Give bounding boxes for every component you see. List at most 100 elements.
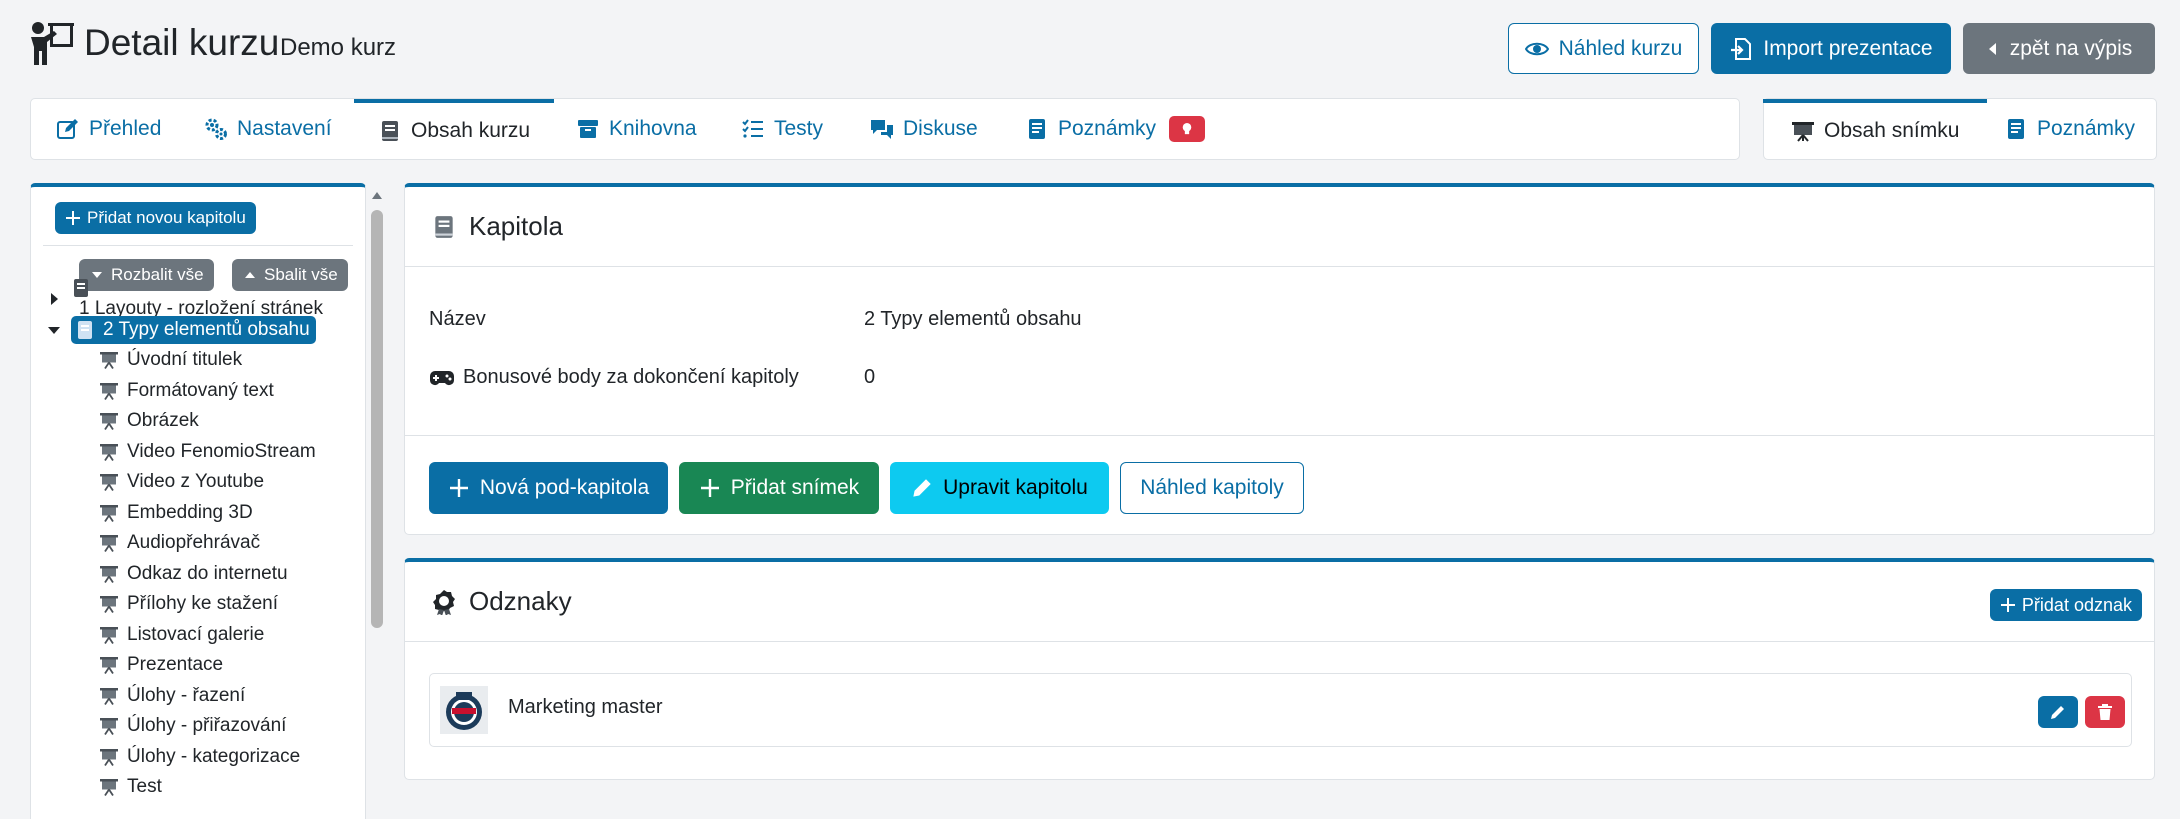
book-icon bbox=[431, 214, 457, 240]
back-to-list-button[interactable]: zpět na výpis bbox=[1963, 23, 2155, 74]
presentation-icon bbox=[99, 594, 119, 614]
label-text: Bonusové body za dokončení kapitoly bbox=[463, 366, 799, 388]
chapter-preview-label: Náhled kapitoly bbox=[1140, 476, 1284, 499]
chapter-name-label: Název bbox=[429, 308, 486, 331]
gamepad-icon bbox=[429, 369, 455, 387]
presentation-icon bbox=[99, 686, 119, 706]
pencil-icon bbox=[911, 477, 933, 499]
tree-slide-item[interactable]: Odkaz do internetu bbox=[99, 560, 288, 588]
teacher-presentation-icon bbox=[28, 21, 76, 65]
presentation-icon bbox=[99, 411, 119, 431]
tab-testy[interactable]: Testy bbox=[741, 99, 823, 159]
tree-slide-item[interactable]: Listovací galerie bbox=[99, 621, 264, 649]
tree-slide-label: Obrázek bbox=[127, 410, 199, 431]
tree-slide-item[interactable]: Prezentace bbox=[99, 651, 223, 679]
tree-chapter-item[interactable]: 2 Typy elementů obsahu bbox=[47, 315, 316, 344]
tab-prehled[interactable]: Přehled bbox=[56, 99, 161, 159]
tree-slide-label: Úlohy - přiřazování bbox=[127, 715, 287, 736]
new-subchapter-label: Nová pod-kapitola bbox=[479, 476, 650, 499]
tab-label: Poznámky bbox=[2037, 117, 2136, 140]
book-icon bbox=[378, 119, 402, 143]
tab-label: Obsah snímku bbox=[1824, 119, 1960, 142]
tree-chapter-item[interactable]: 1 Layouty - rozložení stránek bbox=[47, 279, 323, 319]
tab-label: Knihovna bbox=[609, 117, 697, 140]
tree-slide-item[interactable]: Embedding 3D bbox=[99, 499, 253, 527]
bonus-points-value: 0 bbox=[864, 366, 876, 388]
presentation-icon bbox=[99, 777, 119, 797]
course-name: Demo kurz bbox=[280, 34, 397, 61]
tree-slide-item[interactable]: Přílohy ke stažení bbox=[99, 590, 278, 618]
presentation-icon bbox=[99, 381, 119, 401]
tab-label: Nastavení bbox=[237, 117, 332, 140]
plus-icon bbox=[448, 477, 470, 499]
chapter-card-title: Kapitola bbox=[469, 211, 563, 241]
chapter-card: Kapitola Název 2 Typy elementů obsahu Bo… bbox=[404, 183, 2155, 535]
presentation-icon bbox=[99, 350, 119, 370]
delete-badge-button[interactable] bbox=[2085, 696, 2125, 728]
tab-poznamky[interactable]: Poznámky bbox=[1025, 99, 1206, 159]
list-check-icon bbox=[741, 117, 765, 141]
chapter-tree-panel: Přidat novou kapitolu Rozbalit vše Sbali… bbox=[30, 183, 366, 819]
tree-slide-item[interactable]: Úlohy - kategorizace bbox=[99, 743, 300, 771]
gears-icon bbox=[204, 117, 228, 141]
tree-slide-item[interactable]: Video z Youtube bbox=[99, 468, 264, 496]
award-icon bbox=[431, 589, 457, 615]
notes-icon bbox=[1025, 117, 1049, 141]
tree-slide-item[interactable]: Obrázek bbox=[99, 407, 199, 435]
add-slide-button[interactable]: Přidat snímek bbox=[679, 462, 879, 514]
new-subchapter-button[interactable]: Nová pod-kapitola bbox=[429, 462, 668, 514]
import-presentation-button[interactable]: Import prezentace bbox=[1711, 23, 1951, 74]
badges-card-title: Odznaky bbox=[469, 586, 572, 616]
badges-card: Odznaky Přidat odznak Marketing master bbox=[404, 558, 2155, 780]
badge-name: Marketing master bbox=[508, 696, 663, 718]
edit-badge-button[interactable] bbox=[2038, 696, 2078, 728]
tab-poznamky-snimku[interactable]: Poznámky bbox=[2004, 99, 2135, 159]
notes-icon bbox=[2004, 117, 2028, 141]
tab-label: Přehled bbox=[89, 117, 162, 140]
presentation-icon bbox=[99, 747, 119, 767]
tab-diskuse[interactable]: Diskuse bbox=[870, 99, 978, 159]
tree-slide-item[interactable]: Audiopřehrávač bbox=[99, 529, 260, 557]
chapter-preview-button[interactable]: Náhled kapitoly bbox=[1120, 462, 1304, 514]
edit-chapter-button[interactable]: Upravit kapitolu bbox=[890, 462, 1109, 514]
add-chapter-button[interactable]: Přidat novou kapitolu bbox=[55, 202, 256, 234]
caret-down-icon[interactable] bbox=[47, 323, 61, 337]
tree-slide-label: Test bbox=[127, 776, 162, 797]
tab-obsah-snimku[interactable]: Obsah snímku bbox=[1763, 99, 1988, 159]
tree-slide-item[interactable]: Test bbox=[99, 773, 162, 801]
caret-right-icon[interactable] bbox=[47, 292, 61, 306]
tab-nastaveni[interactable]: Nastavení bbox=[204, 99, 332, 159]
edit-icon bbox=[56, 117, 80, 141]
tab-obsah-kurzu[interactable]: Obsah kurzu bbox=[354, 99, 555, 159]
plus-icon bbox=[65, 210, 81, 226]
tree-slide-item[interactable]: Video FenomioStream bbox=[99, 438, 316, 466]
presentation-icon bbox=[99, 625, 119, 645]
tree-slide-label: Úlohy - kategorizace bbox=[127, 745, 301, 767]
notes-alert-badge bbox=[1169, 116, 1206, 142]
tree-scrollbar-thumb[interactable] bbox=[371, 210, 383, 628]
tree-slide-item[interactable]: Úvodní titulek bbox=[99, 346, 242, 374]
tab-label: Testy bbox=[774, 117, 824, 140]
presentation-icon bbox=[99, 472, 119, 492]
presentation-icon bbox=[99, 564, 119, 584]
tab-knihovna[interactable]: Knihovna bbox=[576, 99, 697, 159]
file-import-icon bbox=[1729, 37, 1753, 61]
tree-slide-label: Embedding 3D bbox=[127, 501, 253, 523]
plus-icon bbox=[2000, 597, 2016, 613]
presentation-icon bbox=[99, 533, 119, 553]
tree-slide-label: Odkaz do internetu bbox=[127, 562, 288, 584]
add-badge-button[interactable]: Přidat odznak bbox=[1989, 589, 2142, 621]
badge-list-item: Marketing master bbox=[429, 673, 2132, 747]
back-to-list-label: zpět na výpis bbox=[2009, 36, 2133, 60]
tree-slide-item[interactable]: Formátovaný text bbox=[99, 377, 274, 405]
scroll-up-icon[interactable] bbox=[370, 189, 384, 203]
tree-chapter-label-wrap[interactable]: 2 Typy elementů obsahu bbox=[71, 315, 316, 344]
tree-slide-item[interactable]: Úlohy - přiřazování bbox=[99, 712, 286, 740]
course-preview-button[interactable]: Náhled kurzu bbox=[1508, 23, 1699, 74]
tree-chapter-label-wrap[interactable]: 1 Layouty - rozložení stránek bbox=[71, 278, 323, 320]
chapter-name-value: 2 Typy elementů obsahu bbox=[864, 308, 1082, 330]
tree-slide-item[interactable]: Úlohy - řazení bbox=[99, 682, 245, 710]
pencil-icon bbox=[2049, 703, 2067, 721]
course-preview-label: Náhled kurzu bbox=[1558, 36, 1683, 60]
import-presentation-label: Import prezentace bbox=[1763, 36, 1933, 60]
